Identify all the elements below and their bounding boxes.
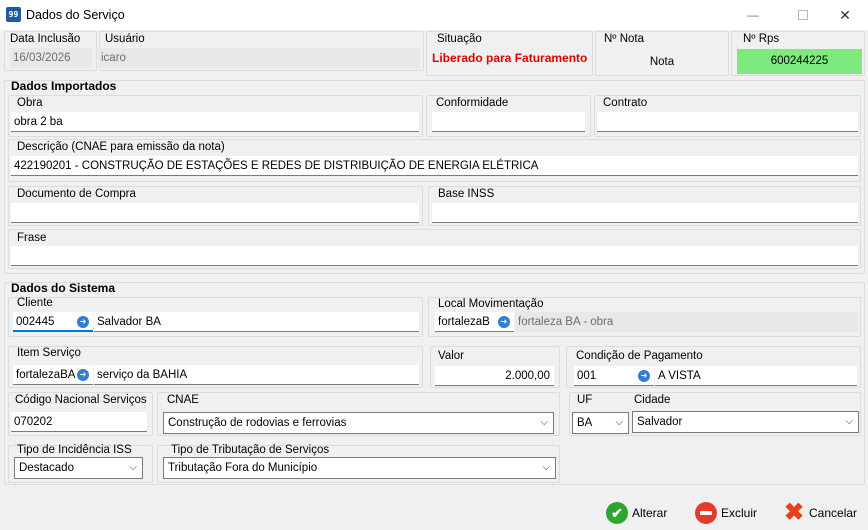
incidencia-select-value: Destacado — [19, 462, 74, 474]
cancelar-button[interactable]: ✖ Cancelar — [783, 500, 857, 526]
uf-select[interactable]: BA ⌵ — [572, 412, 629, 434]
valor-field[interactable]: 2.000,00 — [435, 366, 554, 386]
dados-importados-title: Dados Importados — [11, 79, 117, 93]
rps-value: 600244225 — [737, 49, 862, 74]
status-badge: Liberado para Faturamento — [432, 51, 588, 65]
contrato-field[interactable] — [597, 112, 858, 132]
frase-label: Frase — [17, 232, 47, 244]
usuario-field: icaro — [98, 48, 420, 68]
cnae-select-value: Construção de rodovias e ferrovias — [168, 417, 347, 429]
local-label: Local Movimentação — [438, 298, 544, 310]
condicao-lookup-icon[interactable]: ➜ — [638, 370, 650, 382]
condicao-name-field: A VISTA — [655, 366, 857, 386]
cancelar-button-label: Cancelar — [809, 506, 858, 520]
tributacao-label: Tipo de Tributação de Serviços — [171, 444, 330, 456]
obra-label: Obra — [17, 97, 43, 109]
cnae-select[interactable]: Construção de rodovias e ferrovias ⌵ — [163, 412, 554, 434]
cancel-x-icon: ✖ — [783, 499, 805, 526]
maximize-button[interactable] — [780, 0, 826, 30]
excluir-button[interactable]: Excluir — [695, 500, 757, 526]
uf-label: UF — [577, 394, 593, 406]
tributacao-select-value: Tributação Fora do Município — [168, 462, 318, 474]
obra-field[interactable]: obra 2 ba — [11, 112, 419, 132]
data-inclusao-label: Data Inclusão — [10, 33, 81, 45]
uf-select-value: BA — [577, 417, 593, 429]
conformidade-field[interactable] — [432, 112, 585, 132]
alterar-button[interactable]: ✔ Alterar — [606, 500, 667, 526]
minimize-icon: — — [747, 8, 759, 22]
cliente-lookup-icon[interactable]: ➜ — [77, 316, 89, 328]
cidade-select[interactable]: Salvador ⌵ — [632, 411, 859, 433]
situacao-label: Situação — [437, 33, 482, 45]
minimize-button[interactable]: — — [730, 0, 776, 30]
maximize-icon — [798, 10, 808, 20]
chevron-down-icon: ⌵ — [542, 462, 550, 473]
close-button[interactable]: ✕ — [822, 0, 868, 30]
descricao-field[interactable]: 422190201 - CONSTRUÇÃO DE ESTAÇÕES E RED… — [11, 156, 858, 176]
frase-field[interactable] — [11, 246, 858, 266]
rps-label: Nº Rps — [743, 33, 780, 45]
documento-field[interactable] — [11, 203, 419, 223]
chevron-down-icon: ⌵ — [615, 417, 623, 428]
chevron-down-icon: ⌵ — [129, 462, 137, 473]
window-title: Dados do Serviço — [26, 8, 125, 22]
cidade-select-value: Salvador — [637, 416, 683, 428]
codigo-label: Código Nacional Serviços — [15, 394, 147, 406]
cnae-label: CNAE — [167, 394, 199, 406]
close-icon: ✕ — [839, 6, 851, 23]
item-name-field: serviço da BAHIA — [94, 365, 419, 385]
usuario-label: Usuário — [105, 33, 145, 45]
conformidade-label: Conformidade — [436, 97, 509, 109]
incidencia-select[interactable]: Destacado ⌵ — [14, 457, 143, 479]
app-icon: 99 — [6, 7, 21, 22]
minus-circle-icon — [695, 502, 717, 524]
item-lookup-icon[interactable]: ➜ — [77, 369, 89, 381]
base-inss-field[interactable] — [432, 203, 858, 223]
valor-label: Valor — [438, 350, 464, 362]
base-inss-label: Base INSS — [438, 188, 495, 200]
cliente-name-field: Salvador BA — [94, 312, 419, 332]
alterar-button-label: Alterar — [632, 506, 668, 520]
documento-label: Documento de Compra — [17, 188, 136, 200]
descricao-label: Descrição (CNAE para emissão da nota) — [17, 141, 225, 153]
item-label: Item Serviço — [17, 347, 81, 359]
condicao-label: Condição de Pagamento — [576, 350, 703, 362]
nota-label: Nº Nota — [604, 33, 644, 45]
check-icon: ✔ — [606, 502, 628, 524]
tributacao-select[interactable]: Tributação Fora do Município ⌵ — [163, 457, 556, 479]
data-inclusao-field: 16/03/2026 — [10, 48, 92, 68]
contrato-label: Contrato — [603, 97, 648, 109]
incidencia-label: Tipo de Incidência ISS — [17, 444, 132, 456]
cidade-label: Cidade — [634, 394, 671, 406]
dados-sistema-title: Dados do Sistema — [11, 281, 116, 295]
title-bar: 99 Dados do Serviço — ✕ — [0, 0, 868, 30]
codigo-nacional-field[interactable]: 070202 — [11, 412, 147, 432]
local-name-field: fortaleza BA - obra — [515, 312, 858, 332]
chevron-down-icon: ⌵ — [540, 417, 548, 428]
local-lookup-icon[interactable]: ➜ — [498, 316, 510, 328]
cliente-label: Cliente — [17, 297, 53, 309]
chevron-down-icon: ⌵ — [845, 416, 853, 427]
nota-value: Nota — [649, 56, 675, 68]
excluir-button-label: Excluir — [721, 506, 758, 520]
